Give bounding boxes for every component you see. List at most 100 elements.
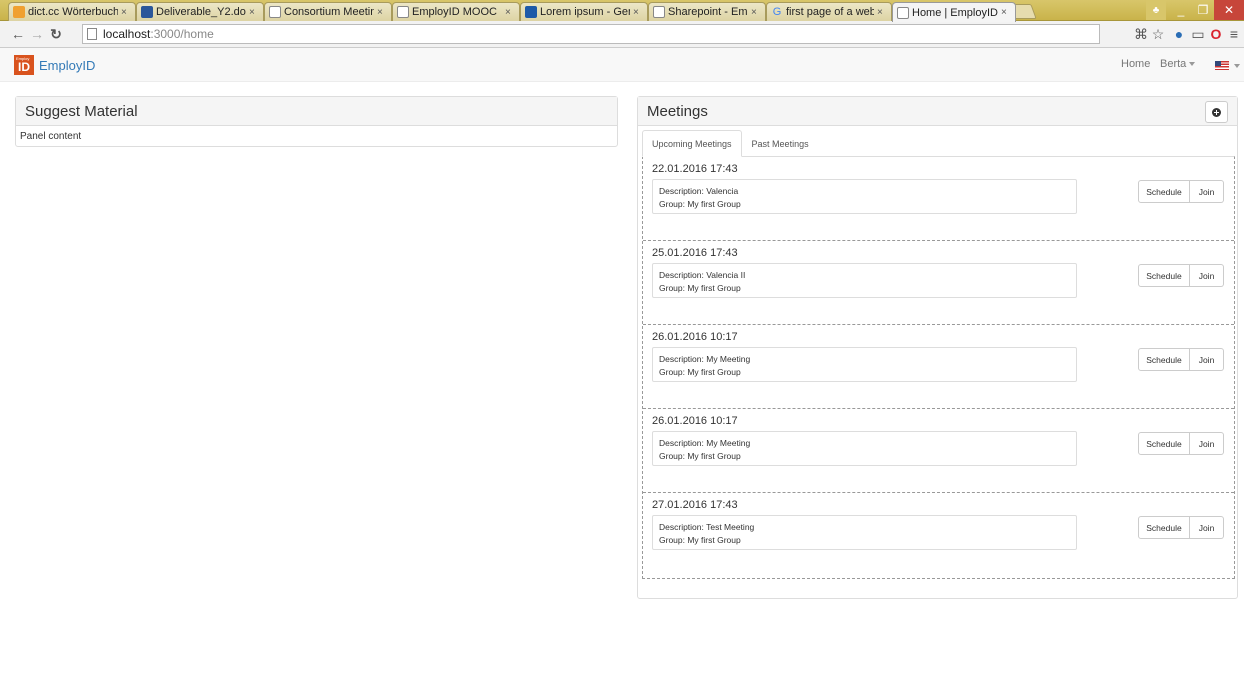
caret-down-icon[interactable] [1234,64,1240,68]
meeting-actions: Schedule Join [1138,264,1224,287]
join-button[interactable]: Join [1190,348,1224,371]
page-icon [897,6,909,19]
caret-down-icon [1189,62,1196,67]
meeting-description: Description: My Meeting [659,354,751,364]
meeting-tabs: Upcoming Meetings Past Meetings [642,130,819,157]
meeting-date: 25.01.2016 17:43 [652,247,738,259]
close-icon[interactable]: × [751,7,761,18]
meeting-date: 26.01.2016 10:17 [652,415,738,427]
meeting-actions: Schedule Join [1138,180,1224,203]
browser-tab-title: Consortium Meeting [284,6,374,18]
maximize-icon[interactable]: ❐ [1192,0,1214,20]
meeting-group: Group: My first Group [659,535,741,545]
meeting-details: Description: My Meeting Group: My first … [652,347,1077,382]
browser-tab-active[interactable]: Home | EmployID × [892,2,1016,22]
browser-tab-title: Deliverable_Y2.docx [156,6,246,18]
brand-link[interactable]: Employ ID EmployID [14,55,95,75]
logo-letters: ID [18,60,30,74]
meeting-item: 22.01.2016 17:43 Description: Valencia G… [643,157,1234,241]
browser-toolbar: ← → ↻ localhost:3000/home ⌘ ☆ ● ▭ O ≡ [0,21,1244,48]
browser-tab-title: Home | EmployID [912,6,998,19]
opera-icon[interactable]: O [1208,26,1224,42]
minimize-icon[interactable]: _ [1170,0,1192,20]
meeting-details: Description: My Meeting Group: My first … [652,431,1077,466]
join-button[interactable]: Join [1190,180,1224,203]
schedule-button[interactable]: Schedule [1138,264,1190,287]
join-button[interactable]: Join [1190,264,1224,287]
browser-tab[interactable]: EmployID MOOC × [392,2,520,21]
page-icon [397,6,409,18]
lipsum-favicon-icon [525,6,537,18]
meeting-item: 26.01.2016 10:17 Description: My Meeting… [643,325,1234,409]
meetings-panel: Meetings Upcoming Meetings Past Meetings… [637,96,1238,599]
user-dropdown[interactable]: Berta [1160,58,1196,70]
join-button[interactable]: Join [1190,432,1224,455]
close-icon[interactable]: × [121,7,131,18]
us-flag-icon[interactable] [1215,61,1229,70]
browser-tab[interactable]: dict.cc Wörterbuch :: × [8,2,136,21]
app-navbar: Employ ID EmployID Home Berta [0,48,1244,82]
close-icon[interactable]: × [249,7,259,18]
close-icon[interactable]: × [505,7,515,18]
window-close-icon[interactable]: ✕ [1214,0,1244,20]
browser-tab[interactable]: Sharepoint - Employ × [648,2,766,21]
tab-past-meetings[interactable]: Past Meetings [742,130,819,157]
meeting-description: Description: Valencia II [659,270,746,280]
meeting-item: 25.01.2016 17:43 Description: Valencia I… [643,241,1234,325]
join-button[interactable]: Join [1190,516,1224,539]
user-profile-icon[interactable]: ♣ [1146,0,1166,20]
back-arrow-icon[interactable]: ← [10,25,26,43]
panel-content: Panel content [20,131,82,142]
schedule-button[interactable]: Schedule [1138,432,1190,455]
meeting-description: Description: Valencia [659,186,739,196]
add-meeting-button[interactable] [1205,101,1228,123]
browser-tab-title: dict.cc Wörterbuch :: [28,6,118,18]
tab-upcoming-meetings[interactable]: Upcoming Meetings [642,130,742,157]
nav-home-link[interactable]: Home [1121,58,1150,70]
schedule-button[interactable]: Schedule [1138,180,1190,203]
browser-tab[interactable]: Consortium Meeting × [264,2,392,21]
close-icon[interactable]: × [377,7,387,18]
bookmark-star-icon[interactable]: ☆ [1150,26,1166,42]
meeting-description: Description: Test Meeting [659,522,755,532]
page-icon [653,6,665,18]
google-favicon-icon: G [772,6,782,18]
close-icon[interactable]: × [633,7,643,18]
cast-icon[interactable]: ▭ [1190,26,1206,42]
user-name: Berta [1160,58,1187,70]
browser-tab[interactable]: Deliverable_Y2.docx × [136,2,264,21]
meeting-date: 27.01.2016 17:43 [652,499,738,511]
meeting-list: 22.01.2016 17:43 Description: Valencia G… [642,156,1235,579]
meeting-item: 26.01.2016 10:17 Description: My Meeting… [643,409,1234,493]
schedule-button[interactable]: Schedule [1138,516,1190,539]
browser-tab-title: Sharepoint - Employ [668,6,748,18]
schedule-button[interactable]: Schedule [1138,348,1190,371]
extension-icon[interactable]: ● [1171,26,1187,42]
meeting-details: Description: Valencia II Group: My first… [652,263,1077,298]
translate-icon[interactable]: ⌘ [1133,26,1149,42]
page-icon [87,28,97,40]
browser-tab-title: EmployID MOOC [412,6,497,18]
brand-name: EmployID [39,57,96,73]
browser-tab[interactable]: Lorem ipsum - Gene × [520,2,648,21]
meeting-description: Description: My Meeting [659,438,751,448]
browser-tab-title: Lorem ipsum - Gene [540,6,630,18]
plus-circle-icon [1212,107,1221,117]
browser-tab[interactable]: G first page of a websi × [766,2,892,21]
meeting-actions: Schedule Join [1138,432,1224,455]
meeting-details: Description: Valencia Group: My first Gr… [652,179,1077,214]
menu-icon[interactable]: ≡ [1226,26,1242,42]
meeting-details: Description: Test Meeting Group: My firs… [652,515,1077,550]
meeting-date: 22.01.2016 17:43 [652,163,738,175]
meeting-group: Group: My first Group [659,199,741,209]
close-icon[interactable]: × [1001,7,1011,18]
reload-icon[interactable]: ↻ [48,25,64,43]
meeting-group: Group: My first Group [659,367,741,377]
page-icon [269,6,281,18]
address-bar[interactable]: localhost:3000/home [82,24,1100,44]
panel-title: Meetings [638,97,1237,126]
meeting-group: Group: My first Group [659,451,741,461]
close-icon[interactable]: × [877,7,887,18]
browser-tab-strip: dict.cc Wörterbuch :: × Deliverable_Y2.d… [0,0,1244,22]
forward-arrow-icon[interactable]: → [29,25,45,43]
